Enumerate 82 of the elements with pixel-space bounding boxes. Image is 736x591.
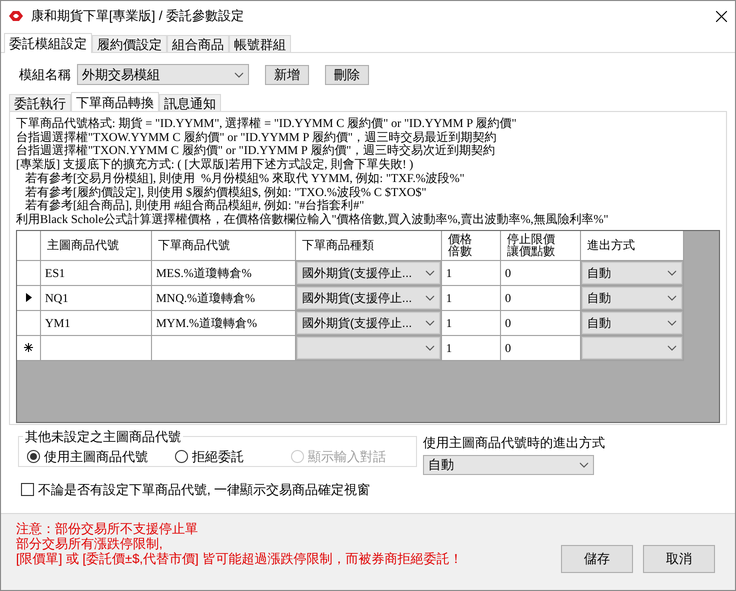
tab[interactable]: 委託模組設定 [4, 33, 92, 53]
group-title: 其他未設定之主圖商品代號 [24, 428, 182, 446]
column-header-line: 停止限價 [507, 233, 556, 246]
table-cell[interactable]: 1 [442, 336, 501, 361]
action-button[interactable]: 刪除 [325, 64, 369, 84]
column-header[interactable]: 主圖商品代號 [41, 230, 152, 261]
column-header[interactable]: 下單商品代號 [152, 230, 296, 261]
help-text: 若有參考[組合商品], 則使用 #組合商品模組#, 例如: "#台指套利#" [24, 199, 366, 213]
table-cell[interactable]: 1 [442, 260, 501, 286]
caret-icon [425, 270, 435, 276]
dialog-button[interactable]: 取消 [643, 545, 715, 573]
tab[interactable]: 履約價設定 [92, 35, 167, 53]
tab[interactable]: 下單商品轉換 [71, 92, 159, 112]
table-cell[interactable]: 1 [442, 286, 501, 311]
table-cell[interactable] [152, 336, 296, 361]
field-label: 使用主圖商品代號時的進出方式 [423, 434, 605, 452]
caret-icon [667, 294, 677, 301]
app-logo-icon [9, 11, 23, 21]
column-header[interactable]: 進出方式 [581, 230, 684, 261]
caret-icon [234, 72, 244, 78]
tab[interactable]: 委託執行 [9, 94, 71, 112]
column-header[interactable]: 下單商品種類 [296, 230, 442, 261]
caret-icon [667, 344, 677, 351]
module-dropdown[interactable]: 外期交易模組 [77, 64, 249, 85]
tab[interactable]: 組合商品 [167, 35, 229, 53]
caret-icon [667, 270, 677, 276]
table-cell[interactable]: MNQ.%道瓊轉倉% [152, 286, 296, 311]
warning-text: 注意：部份交易所不支援停止單 [16, 521, 199, 536]
caret-icon [425, 294, 435, 301]
grid-dropdown[interactable] [297, 336, 440, 359]
help-text: 下單商品代號格式: 期貨 = "ID.YYMM", 選擇權 = "ID.YYMM C 履約價" or "ID.YYMM P 履約價" [16, 117, 518, 131]
entry-mode-dropdown[interactable]: 自動 [423, 454, 594, 474]
current-row-icon [26, 293, 32, 302]
grid-dropdown[interactable]: 國外期貨(支援停止... [297, 262, 440, 284]
grid-dropdown[interactable]: 國外期貨(支援停止... [297, 312, 440, 334]
grid-dropdown[interactable] [582, 336, 682, 359]
column-header-line: 讓價點數 [507, 245, 556, 258]
help-text: [專業版] 支援底下的擴充方式: ( [大眾版]若用下述方式設定, 則會下單失敗! ) [16, 158, 414, 172]
radio-option[interactable]: 拒絕委託 [175, 446, 291, 466]
tab[interactable]: 訊息通知 [159, 94, 221, 112]
grid-dropdown[interactable]: 自動 [582, 286, 682, 309]
caret-icon [425, 344, 435, 351]
confirm-checkbox-option[interactable]: 不論是否有設定下單商品代號, 一律顯示交易商品確定視窗 [21, 480, 727, 499]
close-icon[interactable] [716, 10, 727, 22]
column-header-line: 倍數 [448, 245, 473, 258]
table-cell[interactable]: NQ1 [41, 286, 152, 311]
table-cell[interactable]: MYM.%道瓊轉倉% [152, 310, 296, 336]
radio-button[interactable] [27, 450, 40, 463]
help-text: 台指週選擇權"TXON.YYMM C 履約價" or "ID.YYMM P 履約價"，週三時交易次近到期契約 [16, 144, 496, 158]
grid-dropdown[interactable]: 自動 [582, 262, 682, 284]
row-header[interactable] [17, 286, 41, 311]
help-text: 利用Black Schole公式計算選擇權價格，在價格倍數欄位輸入"價格倍數,買入波動率%,賣出波動率%,無風險利率%" [16, 212, 610, 227]
grid-dropdown[interactable]: 自動 [582, 312, 682, 334]
tab[interactable]: 帳號群組 [229, 35, 291, 53]
table-cell[interactable] [41, 336, 152, 361]
table-cell[interactable]: 0 [501, 286, 581, 311]
checkbox[interactable] [21, 482, 34, 496]
table-cell[interactable]: 0 [501, 260, 581, 286]
grid-dropdown[interactable]: 國外期貨(支援停止... [297, 286, 440, 309]
help-text: 若有參考[交易月份模組], 則使用 %月份模組% 來取代 YYMM, 例如: "TXF.%波段%" [24, 172, 466, 186]
table-cell[interactable]: 1 [442, 310, 501, 336]
row-header[interactable] [17, 336, 41, 361]
window-title: 康和期貨下單[專業版] / 委託參數設定 [31, 7, 244, 26]
field-label: 模組名稱 [19, 66, 71, 84]
table-cell[interactable]: 0 [501, 310, 581, 336]
table-cell[interactable]: MES.%道瓊轉倉% [152, 260, 296, 286]
table-cell[interactable]: 0 [501, 336, 581, 361]
radio-button[interactable] [175, 450, 188, 463]
dialog-button[interactable]: 儲存 [561, 545, 633, 573]
new-row-icon [24, 343, 33, 352]
table-cell[interactable]: ES1 [41, 260, 152, 286]
warning-text: 部分交易所有漲跌停限制, [16, 536, 164, 551]
radio-option[interactable]: 使用主圖商品代號 [27, 446, 175, 466]
caret-icon [667, 320, 677, 326]
caret-icon [425, 320, 435, 326]
action-button[interactable]: 新增 [265, 64, 309, 84]
table-cell[interactable]: YM1 [41, 310, 152, 336]
help-text: 若有參考[履約價設定], 則使用 $履約價模組$, 例如: "TXO.%波段% C $TXO$" [24, 186, 428, 199]
warning-text: [限價單] 或 [委託價±$,代替市價] 皆可能超過漲跌停限制，而被券商拒絕委託！ [16, 551, 464, 566]
caret-icon [579, 462, 589, 468]
column-header-line: 價格 [448, 233, 473, 246]
help-text: 台指週選擇權"TXOW.YYMM C 履約價" or "ID.YYMM P 履約價"，週三時交易最近到期契約 [16, 130, 498, 144]
